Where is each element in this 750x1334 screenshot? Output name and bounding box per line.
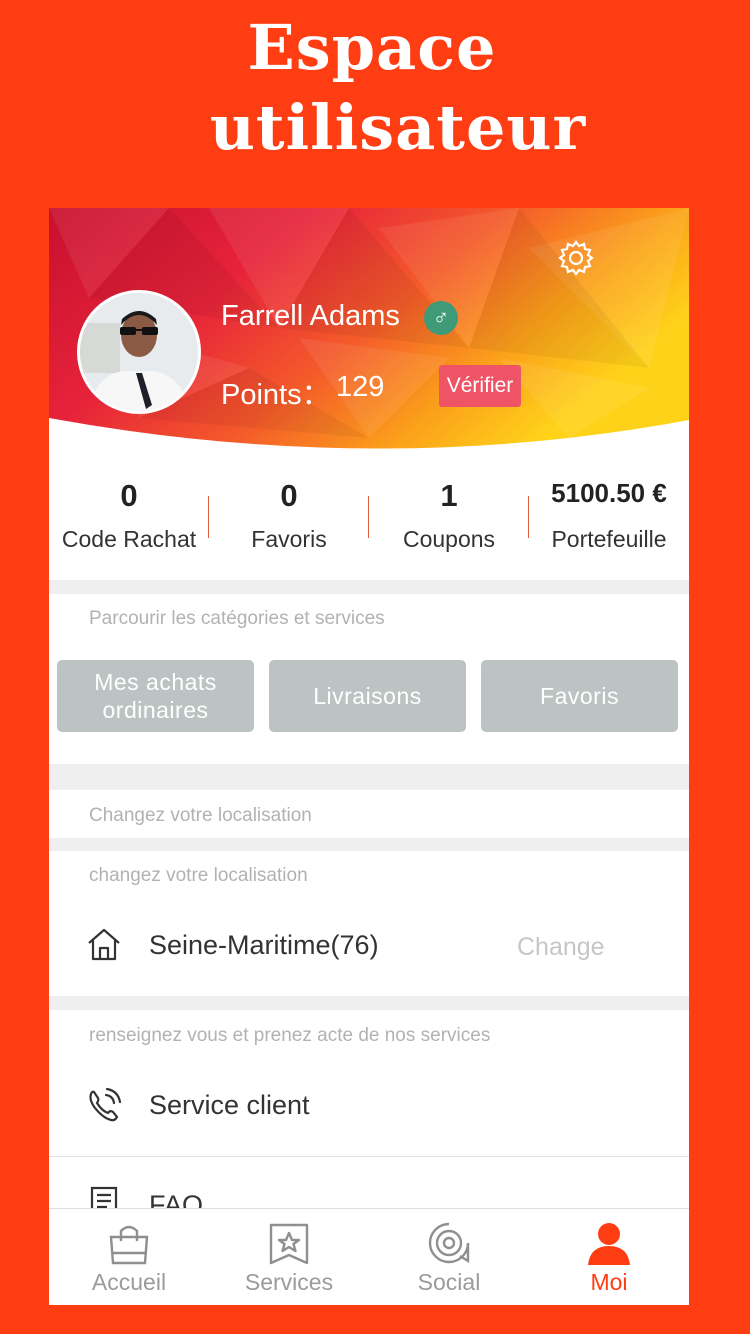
tab-label: Social <box>417 1269 481 1295</box>
section-divider <box>49 996 689 1010</box>
tab-label: Services <box>244 1269 334 1295</box>
location-caption: changez votre localisation <box>89 865 308 886</box>
tab-label: Accueil <box>91 1269 167 1295</box>
stat-label: Favoris <box>251 526 327 552</box>
profile-header: Farrell Adams ♂ Points： 129 Vérifier <box>49 208 689 458</box>
person-icon <box>587 1221 631 1267</box>
change-location-button[interactable]: Change <box>517 933 605 962</box>
tab-accueil[interactable]: Accueil <box>49 1209 209 1305</box>
avatar[interactable] <box>77 290 201 414</box>
points-label: Points： <box>221 379 331 411</box>
stat-value: 0 <box>120 478 138 513</box>
service-client-item[interactable]: Service client <box>149 1090 310 1121</box>
livraisons-button[interactable]: Livraisons <box>269 660 466 732</box>
section-divider <box>49 838 689 851</box>
stat-value: 0 <box>280 478 298 513</box>
tab-label: Moi <box>590 1269 628 1295</box>
stat-value: 1 <box>440 478 458 513</box>
stat-label: Code Rachat <box>61 526 197 552</box>
stats-row: 0 Code Rachat 0 Favoris 1 Coupons 5100.5… <box>49 470 689 580</box>
bag-icon <box>107 1221 151 1267</box>
target-icon <box>427 1221 471 1267</box>
location-value: Seine-Maritime(76) <box>149 930 379 960</box>
tab-moi[interactable]: Moi <box>529 1209 689 1305</box>
settings-gear-icon[interactable] <box>557 239 595 277</box>
section-divider <box>49 764 689 790</box>
mes-achats-button[interactable]: Mes achats ordinaires <box>57 660 254 732</box>
row-divider <box>49 1156 689 1157</box>
stat-value: 5100.50 € <box>551 478 667 508</box>
category-buttons: Mes achats ordinaires Livraisons Favoris <box>49 648 689 740</box>
categories-caption: Parcourir les catégories et services <box>89 608 385 629</box>
tab-services[interactable]: Services <box>209 1209 369 1305</box>
points-value: 129 <box>336 371 385 403</box>
stat-favoris[interactable]: 0 Favoris <box>209 470 369 580</box>
phone-icon <box>85 1086 123 1129</box>
tab-social[interactable]: Social <box>369 1209 529 1305</box>
services-caption: renseignez vous et prenez acte de nos se… <box>89 1025 491 1046</box>
phone-screen: Farrell Adams ♂ Points： 129 Vérifier 0 C… <box>49 208 689 1305</box>
promo-title-line2: utilisateur <box>209 91 587 164</box>
location-section-caption: Changez votre localisation <box>89 805 312 826</box>
star-bookmark-icon <box>267 1221 311 1267</box>
user-name: Farrell Adams <box>221 300 400 332</box>
male-gender-icon: ♂ <box>424 301 458 335</box>
favoris-button[interactable]: Favoris <box>481 660 678 732</box>
stat-coupons[interactable]: 1 Coupons <box>369 470 529 580</box>
home-icon <box>86 926 122 967</box>
stat-label: Coupons <box>402 526 496 552</box>
stat-code-rachat[interactable]: 0 Code Rachat <box>49 470 209 580</box>
promo-title: Espace utilisateur <box>0 8 750 168</box>
stat-label: Portefeuille <box>551 526 667 552</box>
promo-title-line1: Espace <box>247 11 497 84</box>
tab-bar: Accueil Services Social Moi <box>49 1208 689 1305</box>
verify-button[interactable]: Vérifier <box>439 365 521 407</box>
stat-portefeuille[interactable]: 5100.50 € Portefeuille <box>529 470 689 580</box>
section-divider <box>49 580 689 594</box>
